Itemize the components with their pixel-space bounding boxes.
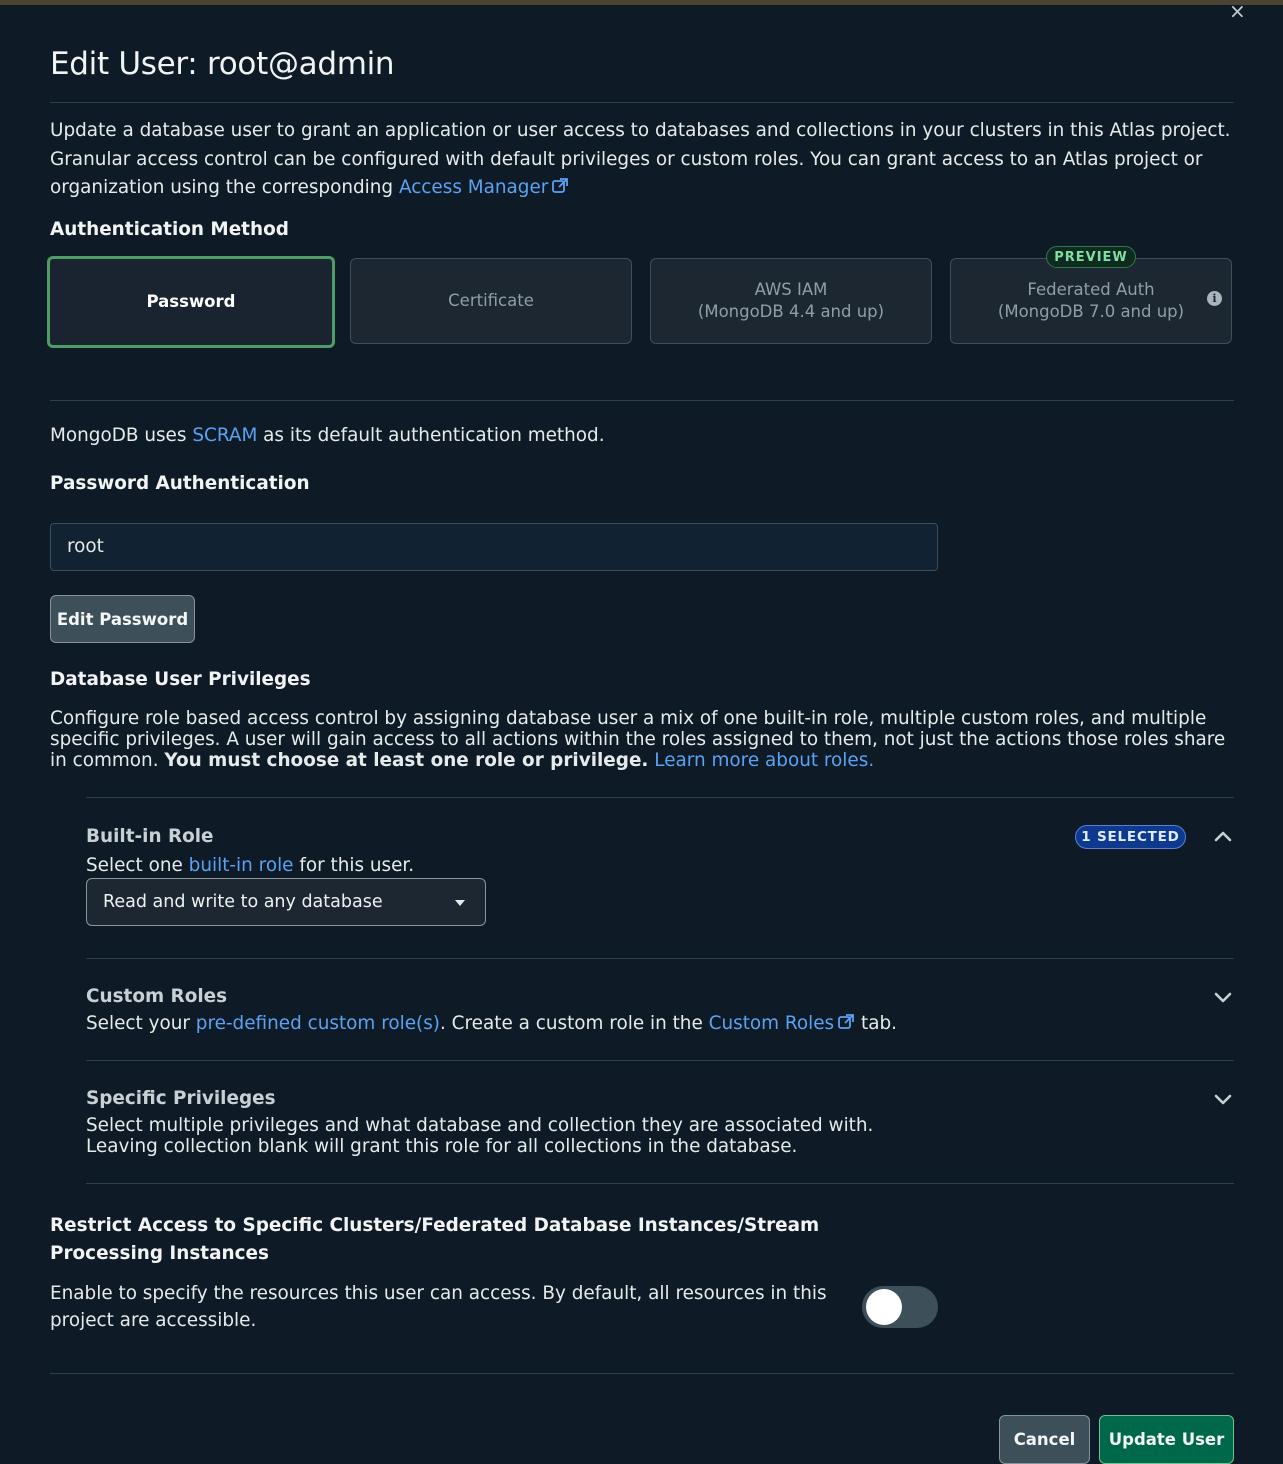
restrict-access-toggle[interactable]	[862, 1286, 938, 1328]
builtin-role-subtitle: Select one built-in role for this user.	[86, 855, 415, 876]
builtin-role-select[interactable]: Read and write to any database	[86, 878, 486, 926]
external-link-icon	[552, 178, 569, 193]
username-field[interactable]: root	[50, 523, 938, 571]
learn-roles-link[interactable]: Learn more about roles.	[654, 750, 874, 771]
close-icon[interactable]: ×	[1229, 1, 1246, 21]
custom-roles-subtitle: Select your pre-defined custom role(s). …	[86, 1013, 897, 1034]
footer-divider	[50, 1373, 1234, 1374]
auth-option-label: AWS IAM	[754, 280, 828, 299]
edit-user-modal: × Edit User: root@admin Update a databas…	[0, 1, 1283, 1464]
auth-option-label: Password	[146, 292, 236, 311]
chevron-down-icon[interactable]	[1214, 991, 1232, 1003]
custom-roles-link[interactable]: pre-defined custom role(s)	[196, 1013, 440, 1034]
title-divider	[50, 102, 1234, 103]
preview-badge: PREVIEW	[1046, 246, 1136, 268]
chevron-down-icon[interactable]	[1214, 1093, 1232, 1105]
auth-option-federated-auth[interactable]: Federated Auth (MongoDB 7.0 and up)	[950, 258, 1232, 344]
privileges-heading: Database User Privileges	[50, 669, 311, 690]
toggle-knob	[866, 1289, 902, 1325]
specific-privileges-title[interactable]: Specific Privileges	[86, 1088, 276, 1109]
restrict-access-description: Enable to specify the resources this use…	[50, 1283, 827, 1331]
external-link-icon	[838, 1014, 855, 1029]
auth-option-label: Certificate	[448, 291, 534, 310]
auth-option-certificate[interactable]: Certificate	[350, 258, 632, 344]
edit-password-button[interactable]: Edit Password	[50, 595, 195, 643]
specific-privileges-line2: Leaving collection blank will grant this…	[86, 1136, 798, 1157]
builtin-role-title[interactable]: Built-in Role	[86, 826, 214, 847]
auth-method-heading: Authentication Method	[50, 219, 289, 240]
builtin-divider	[86, 958, 1234, 959]
chevron-up-icon[interactable]	[1214, 830, 1232, 842]
roles-top-divider	[86, 797, 1234, 798]
caret-down-icon	[455, 900, 465, 906]
selected-count-badge: 1 SELECTED	[1075, 825, 1186, 849]
custom-roles-title[interactable]: Custom Roles	[86, 986, 227, 1007]
auth-option-label: Federated Auth	[1027, 280, 1155, 299]
scram-link[interactable]: SCRAM	[192, 425, 257, 446]
builtin-role-link[interactable]: built-in role	[189, 855, 294, 876]
restrict-access-heading: Restrict Access to Specific Clusters/Fed…	[50, 1215, 820, 1264]
update-user-button[interactable]: Update User	[1099, 1415, 1234, 1464]
auth-divider	[50, 400, 1234, 401]
custom-roles-tab-link[interactable]: Custom Roles	[709, 1013, 856, 1034]
custom-divider	[86, 1060, 1234, 1061]
privileges-required-note: You must choose at least one role or pri…	[164, 750, 649, 771]
modal-title: Edit User: root@admin	[50, 46, 395, 82]
auth-option-password[interactable]: Password	[47, 256, 335, 348]
specific-privileges-line1: Select multiple privileges and what data…	[86, 1115, 874, 1136]
builtin-role-value: Read and write to any database	[103, 892, 383, 912]
auth-option-aws-iam[interactable]: AWS IAM (MongoDB 4.4 and up)	[650, 258, 932, 344]
auth-option-sublabel: (MongoDB 7.0 and up)	[997, 302, 1185, 321]
cancel-button[interactable]: Cancel	[999, 1415, 1090, 1464]
intro-paragraph: Update a database user to grant an appli…	[50, 117, 1240, 203]
password-auth-heading: Password Authentication	[50, 473, 310, 494]
access-manager-link[interactable]: Access Manager	[399, 177, 569, 198]
intro-text: Update a database user to grant an appli…	[50, 120, 1231, 198]
auth-option-sublabel: (MongoDB 4.4 and up)	[697, 302, 885, 321]
privileges-description: Configure role based access control by a…	[50, 708, 1226, 771]
scram-note: MongoDB uses SCRAM as its default authen…	[50, 425, 605, 446]
privileges-bottom-divider	[86, 1183, 1234, 1184]
info-icon[interactable]: i	[1207, 291, 1222, 306]
